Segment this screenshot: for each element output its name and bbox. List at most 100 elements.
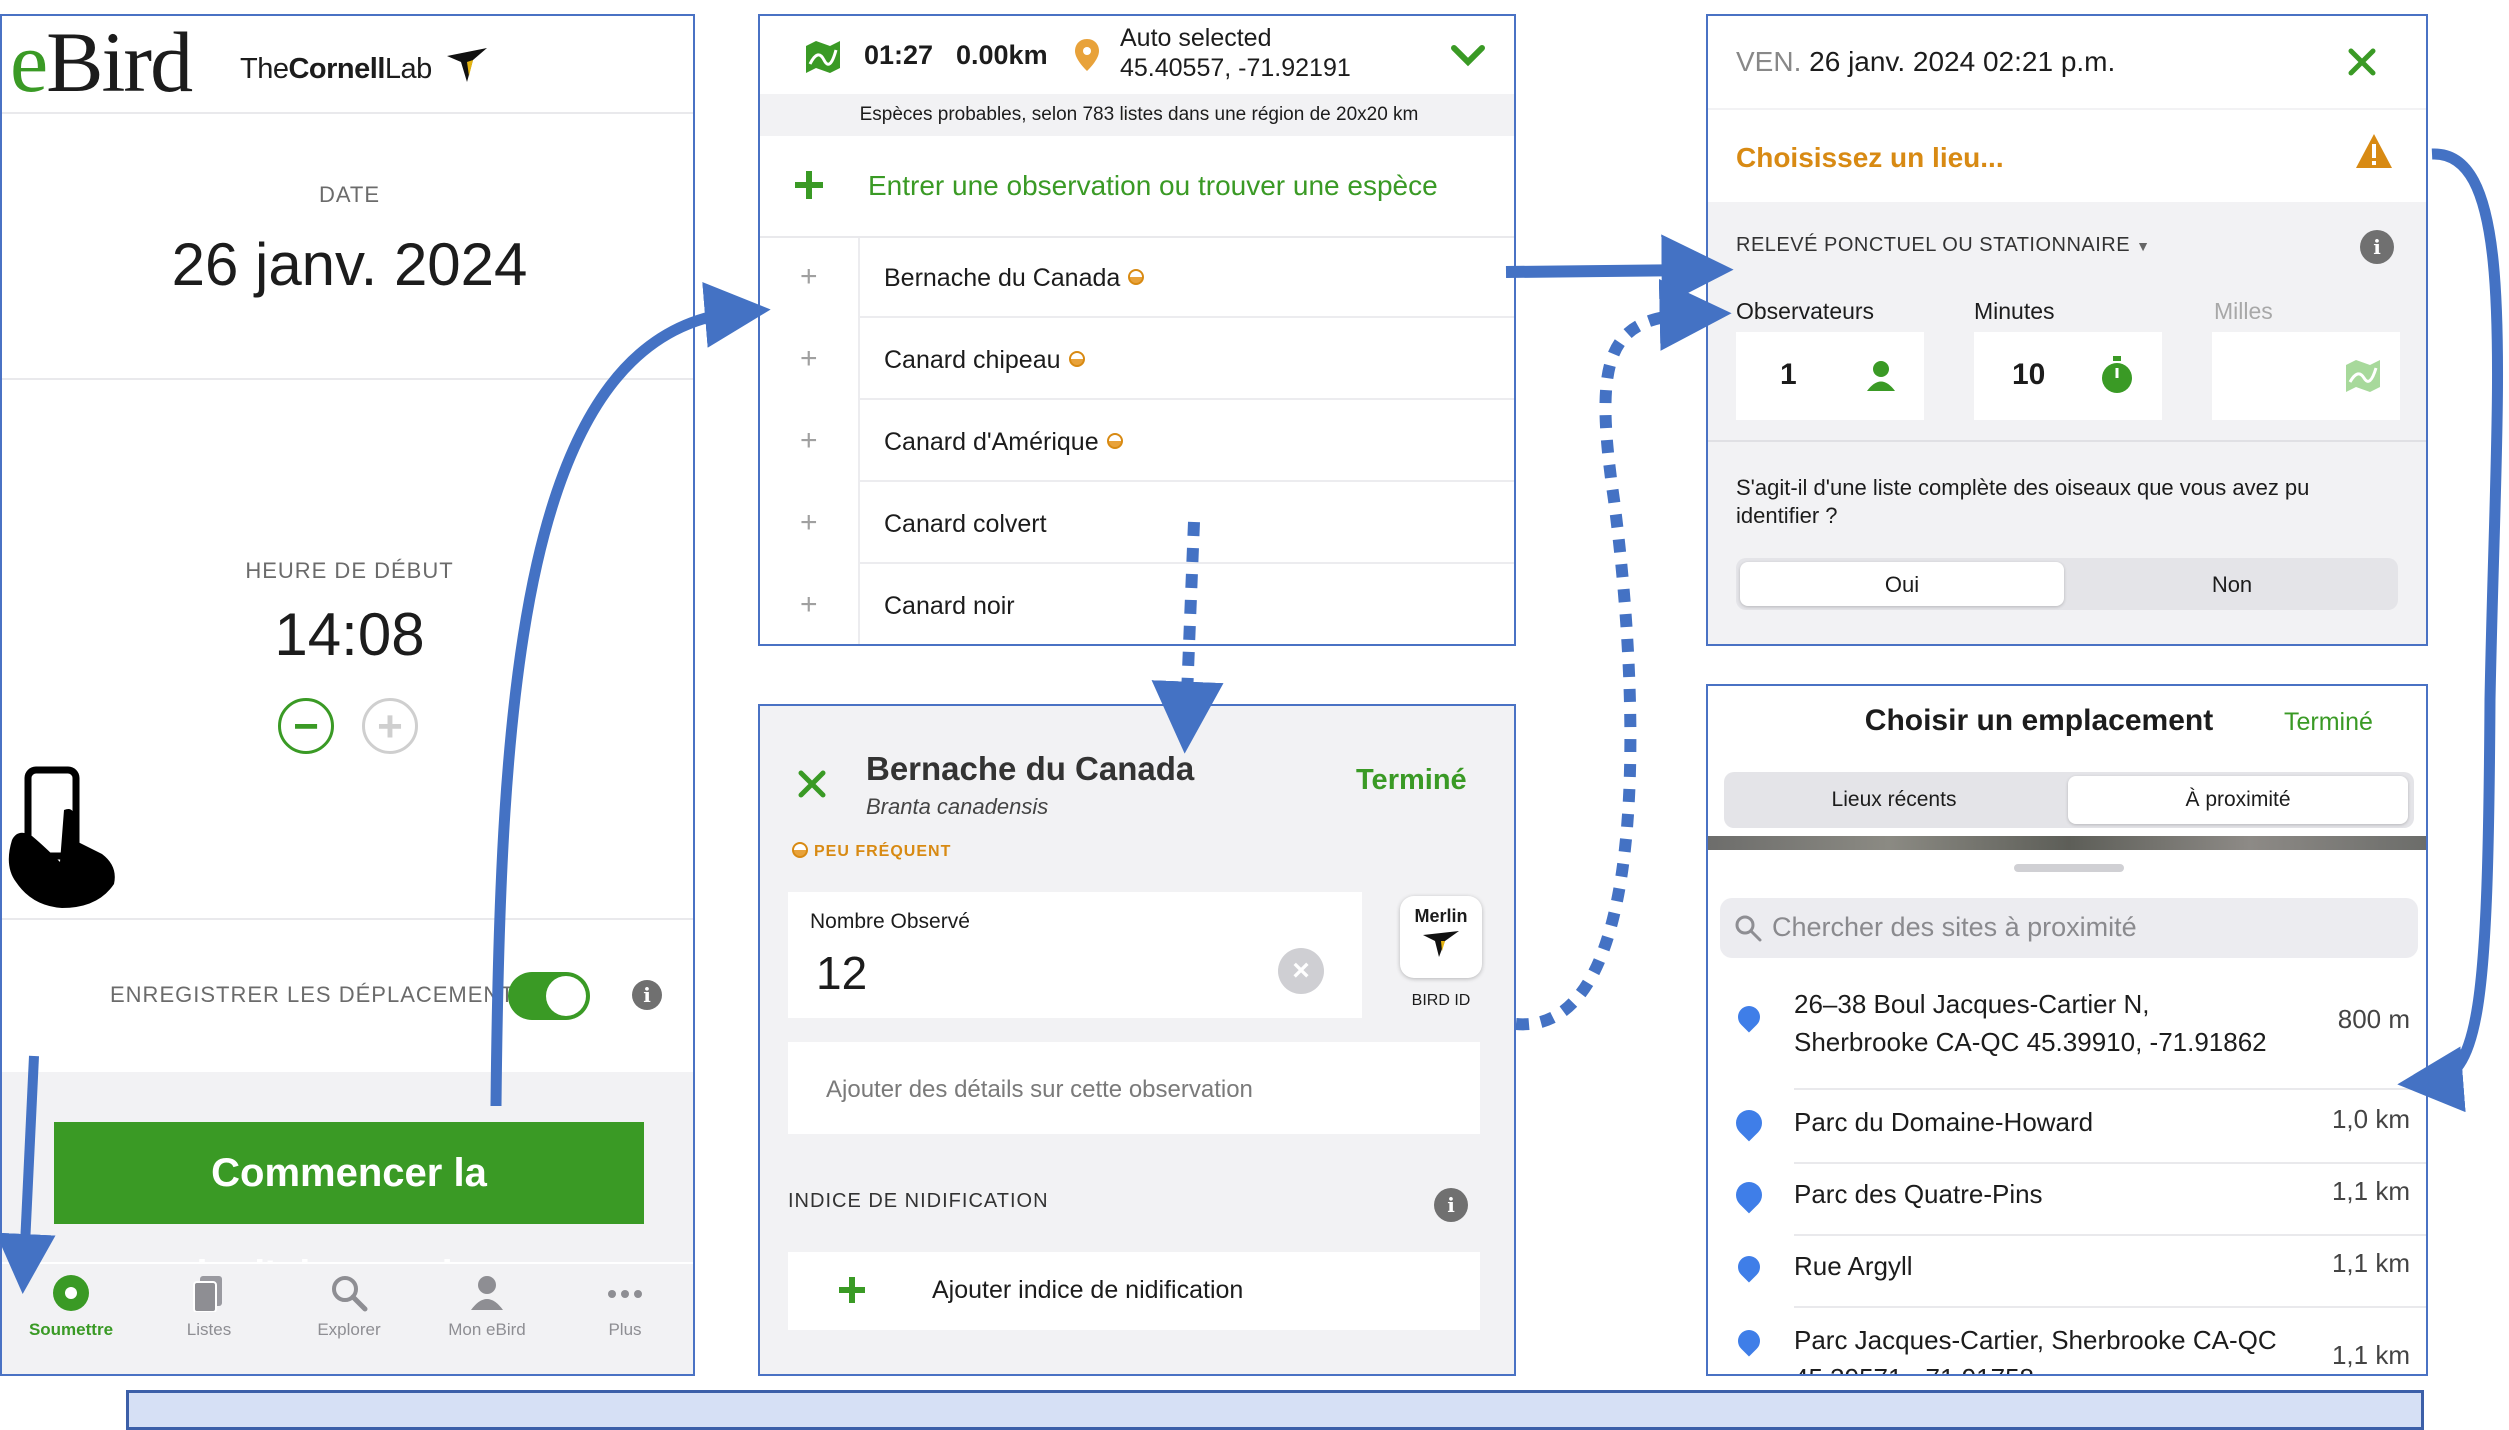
hotspot-pin-icon: [1730, 1104, 1768, 1142]
date-value[interactable]: 26 janv. 2024: [2, 230, 693, 299]
start-time-value[interactable]: 14:08: [2, 600, 693, 669]
count-field[interactable]: Nombre Observé 12 ×: [788, 892, 1362, 1018]
track-movements-toggle[interactable]: [508, 972, 590, 1020]
tab-explore[interactable]: Explorer: [284, 1274, 414, 1340]
uncommon-icon: [1106, 433, 1123, 449]
merlin-button[interactable]: Merlin: [1400, 896, 1482, 978]
location-distance: 1,1 km: [2331, 1248, 2410, 1278]
species-row[interactable]: + Bernache du Canada: [760, 238, 1514, 318]
location-pin-icon: [1733, 1001, 1765, 1033]
stopwatch-icon: [2102, 356, 2132, 393]
species-row[interactable]: + Canard colvert: [760, 484, 1514, 564]
minus-time-button[interactable]: −: [278, 698, 334, 754]
plus-icon[interactable]: +: [800, 424, 818, 458]
close-icon[interactable]: [798, 770, 826, 798]
complete-checklist-question: S'agit-il d'une liste complète des oisea…: [1736, 475, 2310, 528]
minutes-value: 10: [2012, 358, 2046, 391]
start-checklist-button[interactable]: Commencer la l...d'observation: [54, 1122, 644, 1297]
map-icon: [2346, 360, 2380, 392]
location-name: Parc du Domaine-Howard: [1794, 1107, 2094, 1137]
location-row[interactable]: Parc Jacques-Cartier, Sherbrooke CA-QC 4…: [1708, 1322, 2426, 1374]
location-name: Parc Jacques-Cartier, Sherbrooke CA-QC: [1794, 1325, 2277, 1355]
close-icon[interactable]: [2348, 48, 2376, 76]
species-row[interactable]: + Canard chipeau: [760, 320, 1514, 400]
tab-label: Plus: [608, 1320, 642, 1339]
tab-label: Explorer: [317, 1320, 381, 1339]
day-prefix: VEN.: [1736, 46, 1802, 77]
tab-lists[interactable]: Listes: [144, 1274, 274, 1340]
checklist-datetime[interactable]: 26 janv. 2024 02:21 p.m.: [1809, 46, 2115, 77]
species-detail-screen: Bernache du Canada Branta canadensis Ter…: [758, 704, 1516, 1376]
drag-handle[interactable]: [2014, 864, 2124, 872]
track-movements-label: ENREGISTRER LES DÉPLACEMENTS: [110, 982, 531, 1007]
person-icon: [471, 1276, 503, 1310]
arrow-checklist-to-details: [1505, 234, 1734, 307]
tab-my-ebird[interactable]: Mon eBird: [422, 1274, 552, 1340]
merlin-label: Merlin: [1414, 906, 1468, 926]
tab-submit[interactable]: Soumettre: [6, 1274, 136, 1340]
minutes-field[interactable]: 10: [1974, 332, 2162, 420]
cornell-lab-logo: TheCornellLab: [240, 46, 489, 86]
plus-icon[interactable]: +: [800, 260, 818, 294]
lists-icon: [193, 1276, 222, 1312]
search-input[interactable]: Chercher des sites à proximité: [1720, 898, 2418, 958]
info-icon[interactable]: i: [1434, 1188, 1468, 1222]
caption-bar: [126, 1390, 2424, 1430]
location-distance: 1,0 km: [2331, 1104, 2410, 1134]
yes-option[interactable]: Oui: [1740, 572, 2064, 598]
plus-icon[interactable]: +: [800, 506, 818, 540]
count-value[interactable]: 12: [816, 946, 867, 1000]
person-icon: [1867, 361, 1895, 391]
observers-value: 1: [1780, 358, 1797, 391]
location-name: Rue Argyll: [1794, 1251, 1913, 1281]
breeding-code-label: INDICE DE NIDIFICATION: [788, 1190, 1049, 1212]
location-distance: 800 m: [2337, 1004, 2410, 1034]
protocol-select[interactable]: RELEVÉ PONCTUEL OU STATIONNAIRE ▼: [1736, 234, 2151, 257]
tab-recent-places[interactable]: Lieux récents: [1724, 788, 2064, 812]
location-mode: Auto selected: [1120, 24, 1272, 52]
dropdown-arrow-icon: ▼: [2136, 238, 2151, 254]
more-icon: [608, 1290, 642, 1298]
tab-nearby[interactable]: À proximité: [2068, 776, 2408, 824]
add-breeding-code-row[interactable]: Ajouter indice de nidification: [788, 1252, 1480, 1330]
done-button[interactable]: Terminé: [1356, 764, 1467, 797]
checklist-screen: 01:27 0.00km Auto selected 45.40557, -71…: [758, 14, 1516, 646]
probable-species-text: Espèces probables, selon 783 listes dans…: [859, 104, 1419, 125]
species-row[interactable]: + Canard d'Amérique: [760, 402, 1514, 482]
info-icon[interactable]: i: [632, 980, 662, 1010]
miles-field[interactable]: [2212, 332, 2400, 420]
species-name: Canard d'Amérique: [884, 428, 1099, 456]
location-coords: Sherbrooke CA-QC 45.39910, -71.91862: [1794, 1027, 2267, 1057]
details-field[interactable]: Ajouter des détails sur cette observatio…: [788, 1042, 1480, 1134]
plus-icon[interactable]: +: [800, 588, 818, 622]
hotspot-pin-icon: [1730, 1176, 1768, 1214]
date-label: DATE: [318, 182, 381, 207]
location-row[interactable]: 26–38 Boul Jacques-Cartier N, Sherbrooke…: [1708, 986, 2426, 1096]
location-pin-icon: [1075, 39, 1099, 71]
warning-icon: [2356, 134, 2392, 168]
plus-icon[interactable]: +: [800, 342, 818, 376]
species-scientific-name: Branta canadensis: [866, 794, 1049, 819]
observers-field[interactable]: 1: [1736, 332, 1924, 420]
plus-time-button[interactable]: +: [362, 698, 418, 754]
hand-phone-icon: [8, 766, 115, 908]
species-row[interactable]: + Canard noir: [760, 566, 1514, 644]
protocol-value: RELEVÉ PONCTUEL OU STATIONNAIRE: [1736, 234, 2131, 256]
complete-checklist-segmented: Oui Non: [1736, 558, 2398, 610]
no-option[interactable]: Non: [2070, 572, 2394, 598]
clear-icon[interactable]: ×: [1278, 948, 1324, 994]
rarity-text: PEU FRÉQUENT: [814, 843, 952, 860]
add-observation-row[interactable]: Entrer une observation ou trouver une es…: [760, 138, 1514, 236]
chevron-down-icon[interactable]: [1450, 44, 1486, 68]
tab-more[interactable]: Plus: [560, 1274, 690, 1340]
done-button[interactable]: Terminé: [2284, 708, 2373, 737]
species-name: Canard chipeau: [884, 346, 1061, 374]
map-strip: [1708, 836, 2426, 850]
info-icon[interactable]: i: [2360, 230, 2394, 264]
location-coords: 45.40557, -71.92191: [1120, 54, 1351, 82]
choose-location-row[interactable]: Choisissez un lieu...: [1708, 110, 2426, 202]
plus-icon: [839, 1277, 865, 1303]
observers-label: Observateurs: [1736, 298, 1875, 324]
tab-label: Listes: [186, 1320, 232, 1339]
search-icon: [1735, 915, 1762, 942]
